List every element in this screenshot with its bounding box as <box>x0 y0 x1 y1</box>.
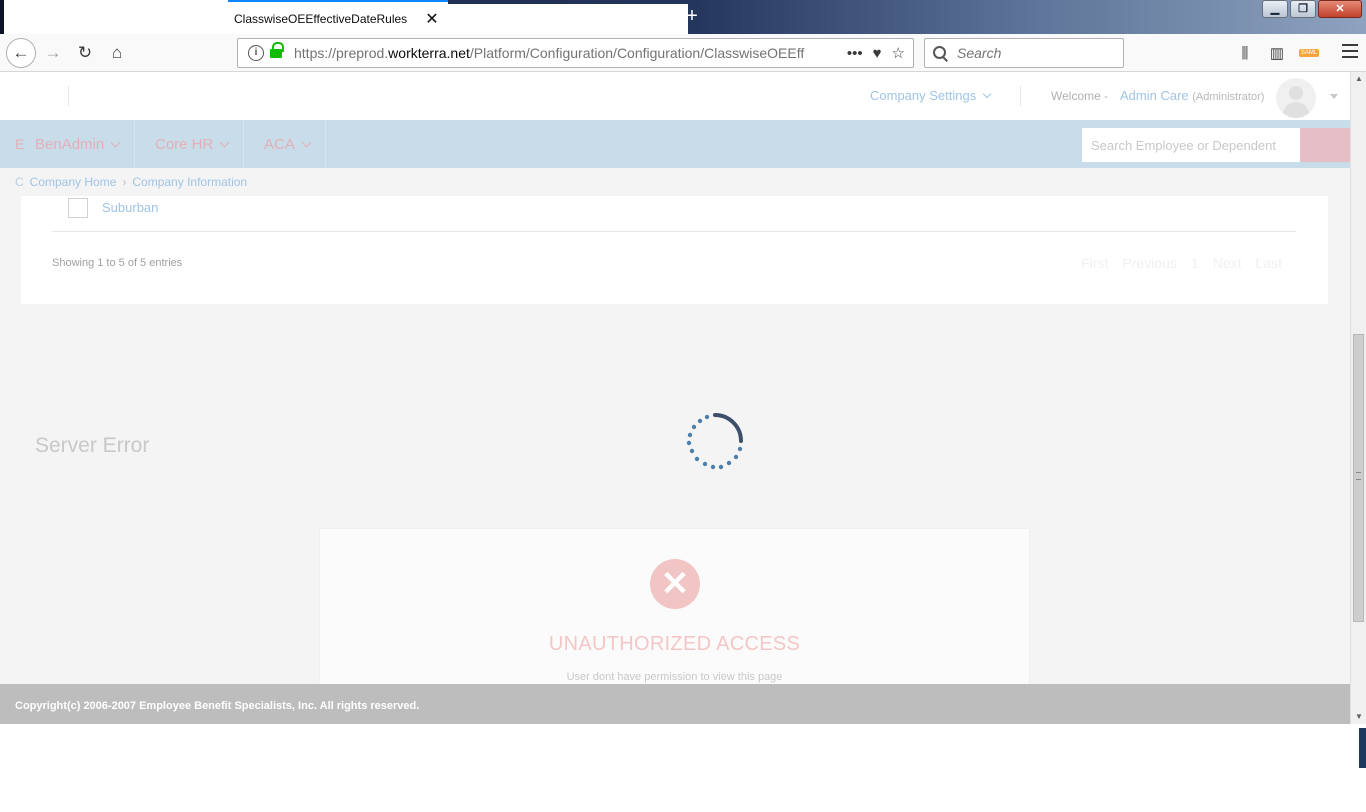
arrow-right-icon: → <box>44 43 62 62</box>
breadcrumb: C Company Home › Company Information <box>15 175 247 189</box>
nav-item-core-hr[interactable]: Core HR <box>140 120 245 168</box>
lock-icon[interactable] <box>270 42 284 59</box>
tab-strip-blank-right <box>448 4 688 36</box>
url-prefix: https://preprod. <box>294 45 389 61</box>
nav-item-label: BenAdmin <box>35 135 105 153</box>
scroll-up-icon[interactable]: ▲ <box>1355 74 1363 83</box>
chevron-down-icon <box>301 137 312 147</box>
pager-first[interactable]: First <box>1081 255 1108 271</box>
reload-icon: ↻ <box>77 43 93 62</box>
scrollbar-grip <box>1356 472 1361 480</box>
pager-previous[interactable]: Previous <box>1122 255 1176 271</box>
welcome-text: Welcome - <box>1051 89 1109 103</box>
company-settings-dropdown[interactable]: Company Settings <box>870 88 992 103</box>
pager-last[interactable]: Last <box>1256 255 1282 271</box>
sidebar-icon[interactable]: ▥ <box>1264 38 1290 68</box>
main-nav: E BenAdmin Core HR ACA <box>0 120 1350 168</box>
browser-tab[interactable]: ClasswiseOEEffectiveDateRules ✕ <box>228 0 448 36</box>
logo-divider <box>68 86 69 106</box>
pocket-icon[interactable]: ♥ <box>873 45 882 62</box>
page-actions-icon[interactable]: ••• <box>847 45 863 62</box>
nav-item-label: Core HR <box>155 135 214 153</box>
url-domain: workterra.net <box>388 45 470 61</box>
minimize-button[interactable]: ▁ <box>1262 0 1288 18</box>
table-divider <box>52 231 1296 232</box>
window-controls: ▁ ❐ ✕ <box>1262 0 1362 18</box>
caret-down-icon[interactable] <box>1330 94 1338 99</box>
scroll-down-icon[interactable]: ▼ <box>1355 712 1363 721</box>
tab-close-icon[interactable]: ✕ <box>422 9 442 29</box>
table-card: Suburban Showing 1 to 5 of 5 entries Fir… <box>21 196 1328 304</box>
forward-button[interactable]: → <box>38 38 68 68</box>
header-divider <box>1020 86 1021 106</box>
toolbar-icons: ⫼ ▥ SAML <box>1232 38 1322 68</box>
taskbar-edge <box>1359 728 1366 768</box>
entries-info: Showing 1 to 5 of 5 entries <box>52 257 183 269</box>
chevron-down-icon <box>110 137 121 147</box>
browser-search-box[interactable] <box>924 38 1124 68</box>
avatar[interactable] <box>1276 78 1316 118</box>
new-tab-button[interactable]: + <box>682 4 702 28</box>
window-titlebar: ClasswiseOEEffectiveDateRules ✕ + ▁ ❐ ✕ <box>0 0 1366 36</box>
url-path: /Platform/Configuration/Configuration/Cl… <box>469 45 805 61</box>
browser-navbar: ← → ↻ ⌂ i https://preprod.workterra.net/… <box>0 34 1366 72</box>
restore-button[interactable]: ❐ <box>1290 0 1316 18</box>
copyright-text: Copyright(c) 2006-2007 Employee Benefit … <box>15 700 420 712</box>
home-button[interactable]: ⌂ <box>102 38 132 68</box>
company-settings-label: Company Settings <box>870 88 977 103</box>
breadcrumb-partial[interactable]: C <box>15 175 24 189</box>
nav-item-aca[interactable]: ACA <box>249 120 326 168</box>
library-icon[interactable]: ⫼ <box>1232 38 1258 68</box>
nav-item-label: ACA <box>264 135 295 153</box>
breadcrumb-company-home[interactable]: Company Home <box>30 175 117 189</box>
chevron-down-icon <box>982 89 992 98</box>
tab-strip-blank <box>4 0 228 34</box>
breadcrumb-separator: › <box>122 175 127 189</box>
user-name: Admin Care <box>1120 88 1189 103</box>
tab-title: ClasswiseOEEffectiveDateRules <box>234 12 408 26</box>
table-row-label[interactable]: Suburban <box>102 200 158 215</box>
close-circle-icon: ✕ <box>650 559 700 609</box>
error-title: UNAUTHORIZED ACCESS <box>548 633 801 655</box>
page-footer: Copyright(c) 2006-2007 Employee Benefit … <box>0 684 1350 724</box>
breadcrumb-company-information[interactable]: Company Information <box>132 175 247 189</box>
back-button[interactable]: ← <box>6 38 36 68</box>
nav-item-benadmin[interactable]: BenAdmin <box>20 120 136 168</box>
bookmark-star-icon[interactable]: ☆ <box>892 44 905 62</box>
address-bar[interactable]: i https://preprod.workterra.net/Platform… <box>237 38 914 68</box>
row-checkbox[interactable] <box>68 198 88 218</box>
arrow-left-icon: ← <box>12 43 30 62</box>
loading-spinner-icon <box>686 413 743 470</box>
home-icon: ⌂ <box>111 43 123 62</box>
pager-next[interactable]: Next <box>1213 255 1242 271</box>
url-actions: ••• ♥ ☆ <box>847 44 905 63</box>
hamburger-menu-icon[interactable] <box>1342 44 1358 58</box>
reload-button[interactable]: ↻ <box>70 38 100 68</box>
employee-search-input[interactable] <box>1082 128 1300 162</box>
close-window-button[interactable]: ✕ <box>1318 0 1362 18</box>
search-icon <box>933 46 947 60</box>
url-text[interactable]: https://preprod.workterra.net/Platform/C… <box>294 45 847 61</box>
user-role: (Administrator) <box>1192 91 1265 103</box>
error-message: User dont have permission to view this p… <box>566 671 783 683</box>
user-name-link[interactable]: Admin Care (Administrator) <box>1120 88 1264 103</box>
server-error-heading: Server Error <box>35 434 150 457</box>
page-viewport: Company Settings Welcome - Admin Care (A… <box>0 72 1350 724</box>
page-scrollbar[interactable]: ▲ ▼ <box>1350 72 1366 724</box>
info-icon[interactable]: i <box>248 45 264 61</box>
chevron-down-icon <box>219 137 230 147</box>
employee-search-button[interactable] <box>1300 128 1350 162</box>
pager-page-1[interactable]: 1 <box>1191 255 1199 271</box>
saml-tracer-icon[interactable]: SAML <box>1296 38 1322 68</box>
app-header: Company Settings Welcome - Admin Care (A… <box>0 72 1350 120</box>
browser-search-input[interactable] <box>957 45 1117 61</box>
pagination: First Previous 1 Next Last <box>1081 255 1282 271</box>
